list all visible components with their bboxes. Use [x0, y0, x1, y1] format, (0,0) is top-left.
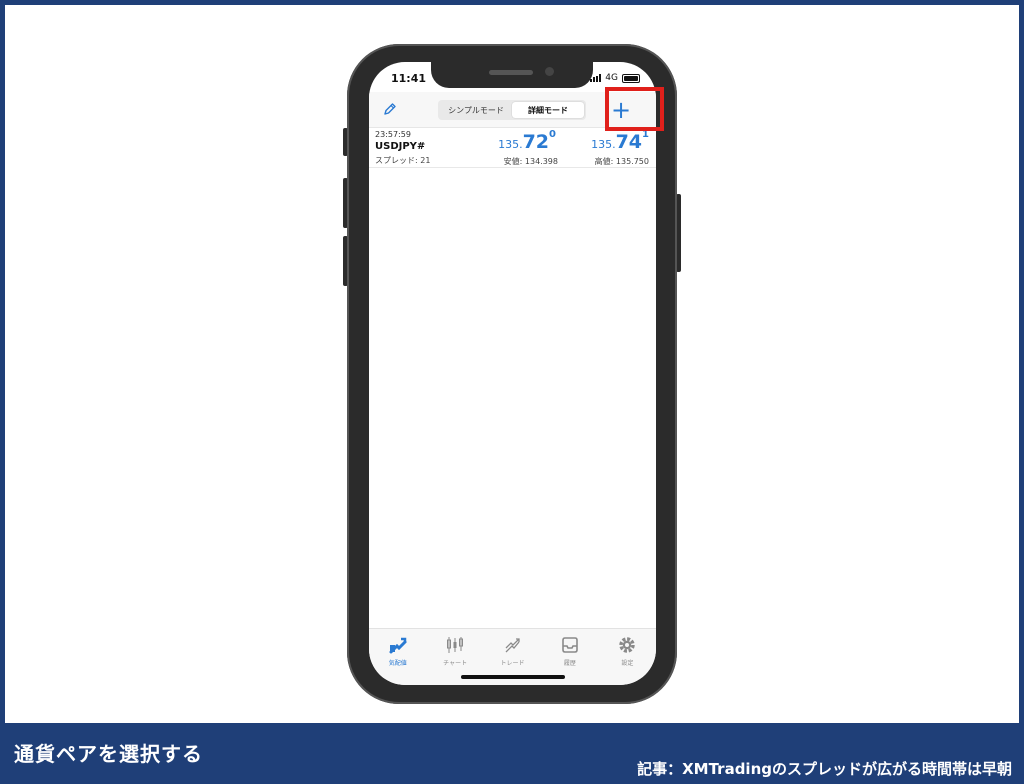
high-price: 高値: 135.750	[594, 157, 649, 166]
highlight-annotation	[605, 87, 664, 131]
history-icon	[562, 637, 578, 653]
mode-segmented-control: シンプルモード 詳細モード	[438, 100, 586, 120]
battery-icon	[622, 73, 640, 83]
bid-prefix: 135.	[498, 138, 523, 151]
detail-mode-tab[interactable]: 詳細モード	[512, 102, 584, 118]
front-camera	[545, 67, 554, 76]
settings-icon	[619, 637, 636, 653]
quotes-icon	[389, 637, 407, 654]
network-label: 4G	[605, 73, 618, 83]
caption-title: 通貨ペアを選択する	[14, 742, 203, 766]
home-indicator	[461, 675, 565, 679]
low-price: 安値: 134.398	[503, 157, 558, 166]
quote-row[interactable]: 23:57:59 USDJPY# スプレッド: 21 135.720 135.7…	[369, 128, 656, 168]
speaker	[489, 70, 533, 75]
tab-settings[interactable]: 設定	[599, 629, 656, 685]
tab-chart-label: チャート	[443, 660, 468, 667]
phone-screen: 11:41 4G シンプルモード 詳細モード + 23:57:59 USDJPY…	[369, 62, 656, 685]
tab-history-label: 履歴	[563, 660, 576, 667]
tab-settings-label: 設定	[621, 660, 634, 667]
quote-symbol: USDJPY#	[375, 141, 426, 152]
status-indicators: 4G	[590, 73, 640, 83]
caption-article: 記事：XMTradingのスプレッドが広がる時間帯は早朝	[637, 760, 1012, 778]
chart-icon	[447, 637, 464, 653]
quote-spread: スプレッド: 21	[375, 156, 431, 165]
status-time: 11:41	[391, 72, 427, 85]
pencil-icon[interactable]	[383, 102, 397, 116]
ask-prefix: 135.	[591, 138, 616, 151]
tab-quotes[interactable]: 気配値	[369, 629, 426, 685]
tab-quotes-label: 気配値	[388, 660, 407, 667]
quote-time: 23:57:59	[375, 130, 411, 139]
signal-icon	[590, 74, 602, 82]
bid-sup: 0	[549, 129, 556, 140]
ask-price: 135.741	[591, 129, 649, 153]
bid-price: 135.720	[498, 129, 556, 153]
bid-big: 72	[522, 131, 550, 153]
trade-icon	[505, 638, 520, 653]
simple-mode-tab[interactable]: シンプルモード	[440, 102, 512, 118]
tab-trade-label: トレード	[500, 660, 525, 667]
ask-big: 74	[615, 131, 643, 153]
notch	[431, 62, 593, 88]
